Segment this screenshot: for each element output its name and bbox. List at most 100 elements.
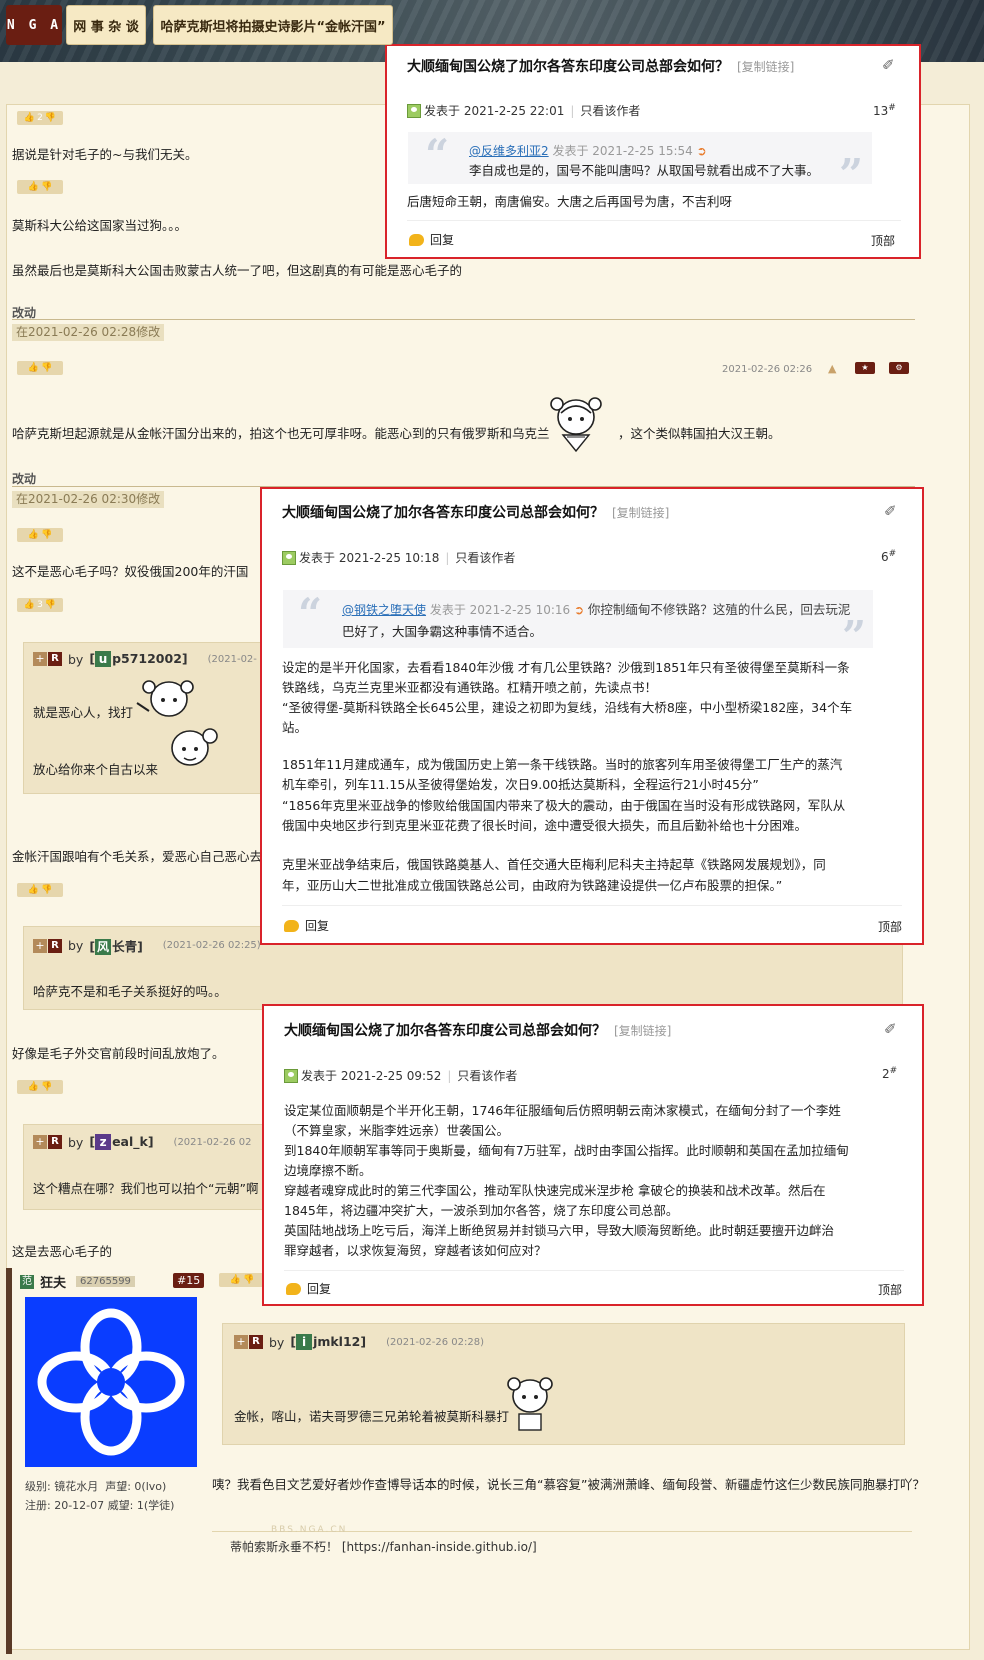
popup-title: 大顺缅甸国公烧了加尔各答东印度公司总部会如何？ [复制链接]: [284, 1023, 672, 1039]
edit-stamp: 在2021-02-26 02:30修改: [12, 491, 165, 508]
android-icon: ▲: [828, 362, 837, 375]
quote-date: (2021-02-: [207, 653, 257, 665]
goto-icon[interactable]: ➲: [574, 603, 584, 617]
vote-box[interactable]: 👍 👎: [219, 1273, 265, 1287]
star-button[interactable]: ★: [855, 362, 875, 374]
quote-date: (2021-02-26 02:28): [386, 1336, 484, 1348]
pin-icon[interactable]: ✐: [882, 56, 895, 74]
post-text: 好像是毛子外交官前段时间乱放炮了。: [12, 1046, 225, 1061]
post-body-line: 后唐短命王朝，南唐偏安。大唐之后再国号为唐，不吉利呀: [407, 194, 733, 209]
quote-user-link[interactable]: @钢铁之堕天使: [342, 603, 426, 617]
post-text: 哈萨克斯坦起源就是从金帐汗国分出来的，拍这个也无可厚非呀。能恶心到的只有俄罗斯和…: [12, 426, 550, 441]
quote-header: + R by [风长青] (2021-02-26 02:25): [33, 936, 261, 955]
floor-number[interactable]: 13#: [873, 103, 896, 118]
reply-r-icon[interactable]: R: [48, 1135, 62, 1149]
post-body-line: “圣彼得堡-莫斯科铁路全长645公里，建设之初即为复线，沿线有大桥8座，中小型桥…: [282, 700, 853, 715]
post-body-line: 英国陆地战场上吃亏后，海洋上断绝贸易并封锁马六甲，导致大顺海贸断绝。此时朝廷要擅…: [284, 1223, 835, 1238]
goto-icon[interactable]: ➲: [697, 144, 707, 158]
vote-count: 2: [37, 113, 43, 123]
post-body-line: 俄国中央地区步行到克里米亚花费了很长时间，途中遭受很大损失，而且后勤补给也十分困…: [282, 818, 808, 833]
quote-header: + R by [i jmkl12] (2021-02-26 02:28): [234, 1334, 484, 1350]
post-text: 金帐汗国跟咱有个毛关系，爱恶心自己恶心去: [12, 849, 263, 864]
vote-box[interactable]: 👍 👎: [17, 528, 63, 542]
plus-icon[interactable]: +: [234, 1335, 248, 1349]
gear-button[interactable]: ⚙: [889, 362, 909, 374]
post-body-line: 站。: [282, 720, 308, 735]
user-avatar[interactable]: [25, 1297, 197, 1467]
post-text: 据说是针对毛子的~与我们无关。: [12, 147, 198, 162]
post-body-line: 罪穿越者，以求恢复海贸，穿越者该如何应对？: [284, 1243, 547, 1258]
post-body-line: 年，亚历山大二世批准成立俄国铁路总公司，由政府为铁路建设提供一亿卢布股票的担保。…: [282, 878, 783, 893]
thumbs-down-icon: 👎: [41, 363, 53, 373]
reply-icon: [409, 233, 424, 246]
divider: [284, 1270, 904, 1271]
user-uid[interactable]: 62765599: [76, 1276, 135, 1287]
quote-author[interactable]: [z eal_k]: [89, 1134, 154, 1150]
reply-button[interactable]: 回复: [409, 231, 454, 248]
reply-r-icon[interactable]: R: [48, 652, 62, 666]
reply-button[interactable]: 回复: [286, 1280, 331, 1297]
quote-user-link[interactable]: @反维多利亚2: [469, 144, 549, 158]
edited-label: 改动: [12, 472, 37, 486]
pin-icon[interactable]: ✐: [884, 1020, 897, 1038]
vote-box[interactable]: 👍 👎: [17, 1080, 63, 1094]
quote-header: + R by [z eal_k] (2021-02-26 02: [33, 1134, 251, 1150]
copy-link-button[interactable]: [复制链接]: [737, 60, 794, 74]
reply-r-icon[interactable]: R: [249, 1335, 263, 1349]
post-text: ，这个类似韩国拍大汉王朝。: [618, 426, 781, 441]
anime-sticker-icon: [171, 728, 218, 766]
copy-link-button[interactable]: [复制链接]: [614, 1024, 671, 1038]
pin-icon[interactable]: ✐: [884, 502, 897, 520]
floor-number[interactable]: 6#: [881, 549, 896, 564]
vote-box[interactable]: 👍 👎: [17, 180, 63, 194]
floor-number[interactable]: #15: [173, 1273, 205, 1288]
quote-date: (2021-02-26 02:25): [162, 940, 261, 951]
signature-link[interactable]: https://fanhan-inside.github.io/: [347, 1540, 532, 1554]
post-date: 2021-2-25 10:18: [338, 550, 440, 565]
nga-logo[interactable]: N G A: [6, 5, 62, 45]
quote-author[interactable]: [u p5712002]: [89, 651, 188, 667]
only-author-link[interactable]: 只看该作者: [457, 1067, 517, 1084]
back-to-top-link[interactable]: 顶部: [871, 232, 895, 249]
post-time: 2021-02-26 02:26: [722, 364, 813, 375]
quote-author[interactable]: [风长青]: [89, 936, 143, 955]
quote-close-icon: ”: [842, 612, 867, 661]
plus-icon[interactable]: +: [33, 938, 47, 953]
reply-icon: [284, 919, 299, 932]
thumbs-up-icon: 👍: [27, 1082, 39, 1092]
quote-author[interactable]: [i jmkl12]: [290, 1334, 366, 1350]
plus-icon[interactable]: +: [33, 652, 47, 666]
reply-button[interactable]: 回复: [284, 917, 329, 934]
user-name[interactable]: 狂夫: [40, 1272, 66, 1291]
copy-link-button[interactable]: [复制链接]: [612, 506, 669, 520]
vote-count: 3: [37, 600, 43, 610]
vote-box[interactable]: 👍 👎: [17, 361, 63, 375]
quote-text: 这个糟点在哪？我们也可以拍个“元朝”啊: [33, 1181, 259, 1196]
breadcrumb-forum[interactable]: 网 事 杂 谈: [66, 5, 146, 45]
anime-sticker-icon: [136, 680, 194, 717]
user-avatar-icon: [282, 550, 296, 565]
post-body-line: 设定的是半开化国家，去看看1840年沙俄 才有几公里铁路？沙俄到1851年只有圣…: [282, 660, 850, 675]
floor-number[interactable]: 2#: [882, 1066, 897, 1081]
thumbs-up-icon: 👍: [23, 113, 36, 123]
quote-text: 就是恶心人，找打: [33, 705, 134, 720]
vote-box[interactable]: 👍 2 👎: [17, 111, 63, 125]
anime-sticker-icon: [550, 397, 602, 453]
post-text: 虽然最后也是莫斯科大公国击败蒙古人统一了吧，但这剧真的有可能是恶心毛子的: [12, 263, 463, 278]
breadcrumb-thread-title[interactable]: 哈萨克斯坦将拍摄史诗影片“金帐汗国”: [153, 5, 393, 45]
post-body-line: 1851年11月建成通车，成为俄国历史上第一条干线铁路。当时的旅客列车用圣彼得堡…: [282, 757, 843, 772]
quote-date: (2021-02-26 02: [173, 1136, 252, 1148]
user-fame: 声望: 0(lvo): [105, 1480, 167, 1493]
back-to-top-link[interactable]: 顶部: [878, 918, 902, 935]
divider: [282, 905, 902, 906]
back-to-top-link[interactable]: 顶部: [878, 1281, 902, 1298]
vote-box[interactable]: 👍 3 👎: [17, 598, 63, 612]
quote-close-icon: ”: [839, 150, 864, 199]
vote-box[interactable]: 👍 👎: [17, 883, 63, 897]
plus-icon[interactable]: +: [33, 1135, 47, 1149]
post-text: 咦？我看色目文艺爱好者炒作查博导话本的时候，说长三角“慕容复”被满洲萧峰、缅甸段…: [212, 1477, 925, 1492]
only-author-link[interactable]: 只看该作者: [580, 102, 640, 119]
post-body-line: “1856年克里米亚战争的惨败给俄国国内带来了极大的震动，由于俄国在当时没有形成…: [282, 798, 846, 813]
reply-r-icon[interactable]: R: [48, 938, 62, 953]
only-author-link[interactable]: 只看该作者: [455, 549, 515, 566]
